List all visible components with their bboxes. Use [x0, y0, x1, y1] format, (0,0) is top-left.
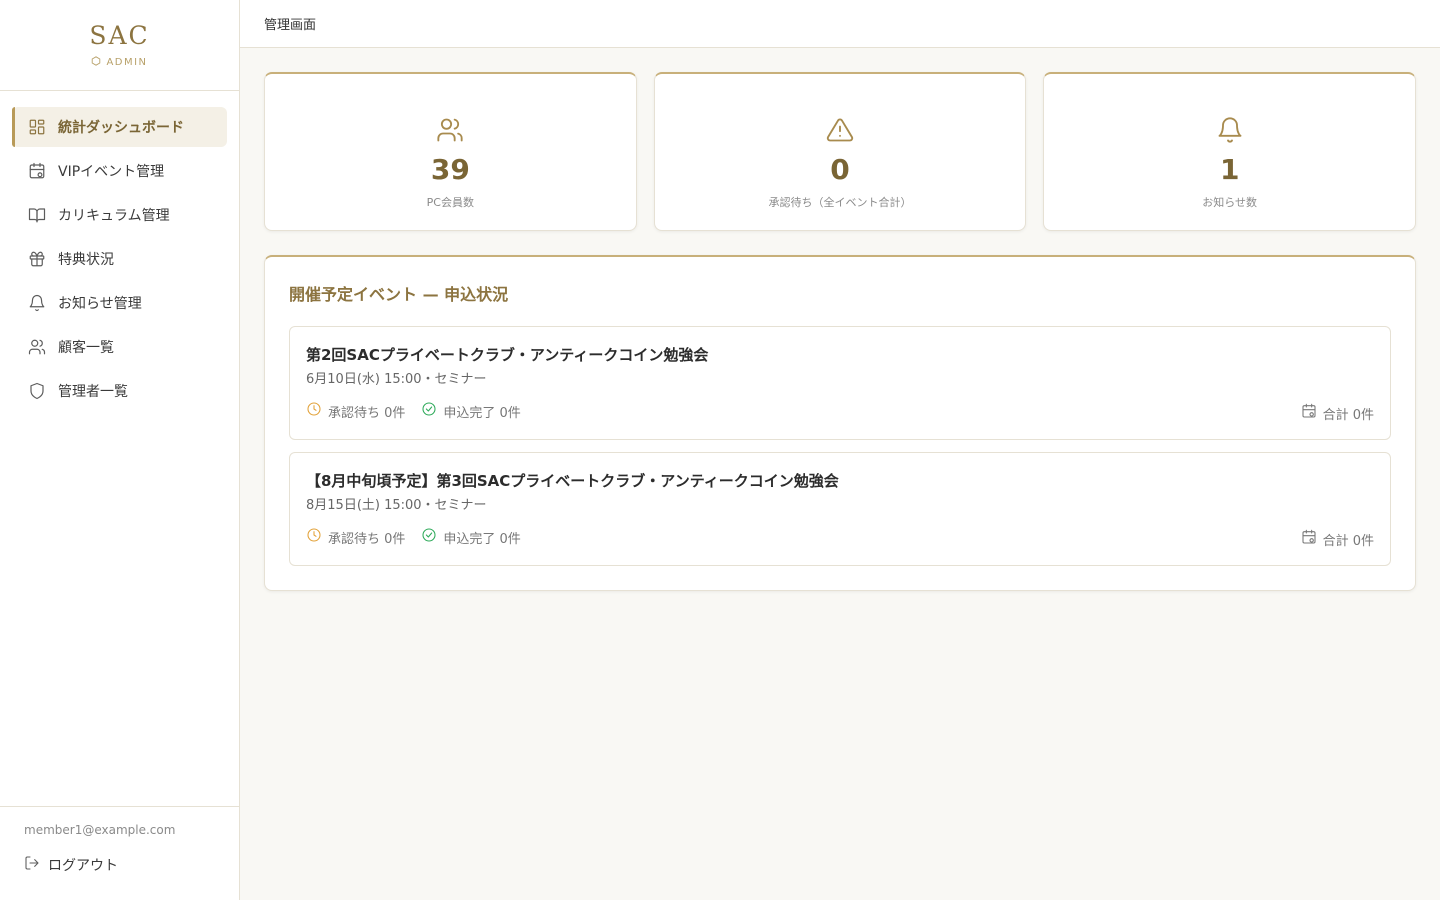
logout-button[interactable]: ログアウト	[24, 855, 215, 875]
check-circle-icon	[421, 527, 437, 547]
sidebar-item-label: カリキュラム管理	[58, 208, 170, 224]
gift-icon	[28, 250, 46, 268]
sidebar-item-label: 特典状況	[58, 252, 114, 268]
stat-card-notices: 1 お知らせ数	[1043, 72, 1417, 231]
sidebar-item-admins[interactable]: 管理者一覧	[12, 371, 227, 411]
total-count-label: 合計 0件	[1322, 407, 1374, 423]
hexagon-icon	[91, 55, 101, 69]
users-icon	[436, 116, 464, 148]
brand-subtitle-text: ADMIN	[106, 56, 148, 68]
stat-value: 0	[830, 153, 850, 186]
sidebar-item-curriculum[interactable]: カリキュラム管理	[12, 195, 227, 235]
calendar-icon	[1301, 529, 1317, 549]
done-count: 申込完了 0件	[421, 527, 521, 547]
pending-count-label: 承認待ち 0件	[328, 531, 406, 547]
sidebar-footer: member1@example.com ログアウト	[0, 806, 239, 900]
stat-label: PC会員数	[426, 196, 474, 209]
event-meta: 6月10日(水) 15:00・セミナー	[306, 372, 487, 387]
event-item[interactable]: 【8月中旬頃予定】第3回SACプライベートクラブ・アンティークコイン勉強会 8月…	[289, 452, 1391, 566]
clock-icon	[306, 527, 322, 547]
main-content: 39 PC会員数 0 承認待ち（全イベント合計） 1 お知らせ数 開催予定イベン…	[264, 72, 1417, 591]
check-circle-icon	[421, 401, 437, 421]
pending-count-label: 承認待ち 0件	[328, 405, 406, 421]
sidebar: SAC ADMIN 統計ダッシュボード VIPイベント管理 カリキュラム管理 特…	[0, 0, 240, 900]
user-email: member1@example.com	[24, 823, 176, 837]
done-count-label: 申込完了 0件	[443, 531, 521, 547]
sidebar-item-label: 管理者一覧	[58, 384, 128, 400]
brand-subtitle: ADMIN	[91, 55, 148, 69]
event-item[interactable]: 第2回SACプライベートクラブ・アンティークコイン勉強会 6月10日(水) 15…	[289, 326, 1391, 440]
event-meta: 8月15日(土) 15:00・セミナー	[306, 498, 487, 513]
pending-count: 承認待ち 0件	[306, 527, 405, 547]
brand-title: SAC	[89, 20, 150, 50]
stat-card-pending: 0 承認待ち（全イベント合計）	[653, 72, 1027, 231]
users-icon	[28, 338, 46, 356]
sidebar-nav: 統計ダッシュボード VIPイベント管理 カリキュラム管理 特典状況 お知らせ管理	[0, 91, 239, 411]
page-title: 管理画面	[264, 18, 317, 33]
book-icon	[28, 206, 46, 224]
stat-label: お知らせ数	[1202, 196, 1258, 209]
event-name: 第2回SACプライベートクラブ・アンティークコイン勉強会	[306, 346, 709, 364]
dashboard-icon	[28, 118, 46, 136]
done-count: 申込完了 0件	[421, 401, 521, 421]
stat-value: 1	[1219, 153, 1240, 186]
alert-triangle-icon	[826, 116, 854, 148]
sidebar-item-label: お知らせ管理	[58, 296, 142, 312]
sidebar-item-label: 顧客一覧	[58, 340, 114, 356]
total-count: 合計 0件	[1301, 529, 1374, 549]
clock-icon	[306, 401, 322, 421]
upcoming-events-card: 開催予定イベント — 申込状況 第2回SACプライベートクラブ・アンティークコイ…	[264, 255, 1416, 591]
event-stats: 承認待ち 0件 申込完了 0件	[306, 527, 1374, 547]
stat-value: 39	[430, 153, 470, 186]
done-count-label: 申込完了 0件	[443, 405, 521, 421]
stat-card-members: 39 PC会員数	[264, 72, 637, 231]
section-title: 開催予定イベント — 申込状況	[289, 285, 509, 304]
stats-row: 39 PC会員数 0 承認待ち（全イベント合計） 1 お知らせ数	[264, 72, 1417, 231]
stat-label: 承認待ち（全イベント合計）	[768, 196, 912, 209]
sidebar-item-label: VIPイベント管理	[58, 164, 165, 180]
header: 管理画面	[240, 0, 1440, 48]
sidebar-item-dashboard[interactable]: 統計ダッシュボード	[12, 107, 227, 147]
calendar-icon	[28, 162, 46, 180]
total-count: 合計 0件	[1301, 403, 1374, 423]
total-count-label: 合計 0件	[1322, 533, 1374, 549]
brand[interactable]: SAC ADMIN	[0, 0, 239, 91]
sidebar-item-label: 統計ダッシュボード	[58, 120, 184, 136]
event-stats: 承認待ち 0件 申込完了 0件	[306, 401, 1374, 421]
bell-icon	[1216, 116, 1244, 148]
sidebar-item-vip-events[interactable]: VIPイベント管理	[12, 151, 227, 191]
bell-icon	[28, 294, 46, 312]
sidebar-item-benefits[interactable]: 特典状況	[12, 239, 227, 279]
event-name: 【8月中旬頃予定】第3回SACプライベートクラブ・アンティークコイン勉強会	[306, 472, 839, 490]
shield-icon	[28, 382, 46, 400]
logout-icon	[24, 855, 40, 875]
calendar-icon	[1301, 403, 1317, 423]
sidebar-item-notices[interactable]: お知らせ管理	[12, 283, 227, 323]
sidebar-item-customers[interactable]: 顧客一覧	[12, 327, 227, 367]
logout-label: ログアウト	[48, 858, 118, 874]
pending-count: 承認待ち 0件	[306, 401, 405, 421]
